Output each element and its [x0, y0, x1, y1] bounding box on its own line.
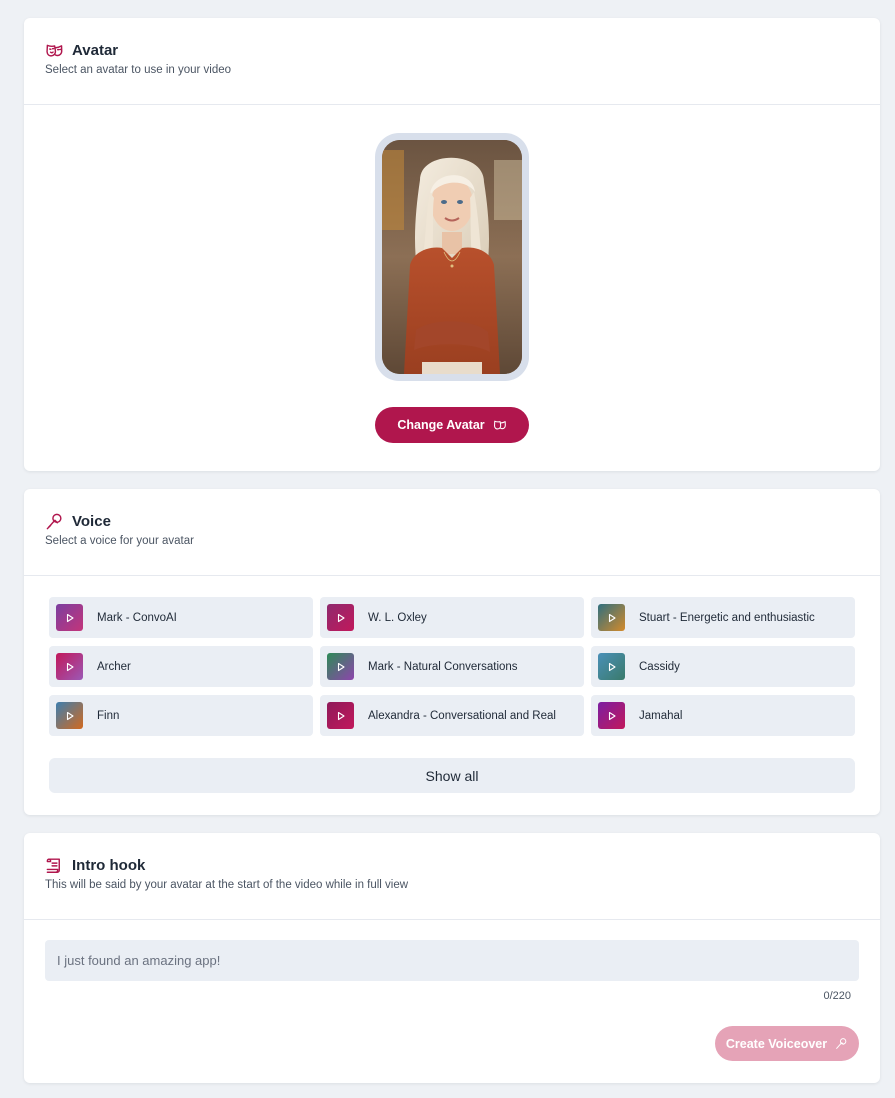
play-icon: [608, 662, 616, 671]
voice-name: Mark - ConvoAI: [97, 611, 177, 624]
show-all-button[interactable]: Show all: [49, 758, 855, 793]
microphone-icon: [45, 512, 64, 531]
voice-option[interactable]: Mark - ConvoAI: [49, 597, 313, 638]
intro-title: Intro hook: [72, 856, 146, 874]
play-icon: [66, 711, 74, 720]
play-icon: [66, 613, 74, 622]
voice-title: Voice: [72, 512, 111, 530]
avatar-image: [382, 140, 522, 374]
character-counter: 0/220: [823, 990, 851, 1002]
voice-option[interactable]: Jamahal: [591, 695, 855, 736]
play-icon: [66, 662, 74, 671]
voice-name: Stuart - Energetic and enthusiastic: [639, 611, 815, 624]
voice-option[interactable]: Cassidy: [591, 646, 855, 687]
voice-name: Mark - Natural Conversations: [368, 660, 518, 673]
create-voiceover-label: Create Voiceover: [725, 1036, 828, 1051]
play-icon: [608, 613, 616, 622]
voice-option[interactable]: W. L. Oxley: [320, 597, 584, 638]
create-voiceover-button[interactable]: Create Voiceover: [715, 1026, 859, 1061]
play-icon: [337, 711, 345, 720]
voice-option[interactable]: Finn: [49, 695, 313, 736]
voice-thumbnail[interactable]: [327, 653, 354, 680]
voice-thumbnail[interactable]: [56, 702, 83, 729]
voice-card: Voice Select a voice for your avatar Mar…: [24, 489, 880, 815]
voice-name: Archer: [97, 660, 131, 673]
voice-list: Mark - ConvoAI W. L. Oxley Stuart - Ener…: [49, 597, 855, 736]
voice-thumbnail[interactable]: [56, 604, 83, 631]
voice-option[interactable]: Archer: [49, 646, 313, 687]
intro-hook-input[interactable]: I just found an amazing app!: [45, 940, 859, 981]
scroll-icon: [45, 856, 64, 875]
voice-thumbnail[interactable]: [327, 702, 354, 729]
avatar-card: Avatar Select an avatar to use in your v…: [24, 18, 880, 471]
change-avatar-button[interactable]: Change Avatar: [375, 407, 529, 443]
avatar-preview[interactable]: [375, 133, 529, 381]
masks-icon: [493, 418, 507, 432]
voice-thumbnail[interactable]: [56, 653, 83, 680]
voice-name: Cassidy: [639, 660, 680, 673]
voice-name: Finn: [97, 709, 120, 722]
voice-name: W. L. Oxley: [368, 611, 427, 624]
voice-option[interactable]: Stuart - Energetic and enthusiastic: [591, 597, 855, 638]
voice-name: Alexandra - Conversational and Real: [368, 709, 556, 722]
voice-subtitle: Select a voice for your avatar: [45, 535, 194, 547]
voice-card-header: Voice Select a voice for your avatar: [24, 489, 880, 576]
voice-thumbnail[interactable]: [598, 653, 625, 680]
change-avatar-label: Change Avatar: [397, 418, 485, 432]
intro-hook-card: Intro hook This will be said by your ava…: [24, 833, 880, 1083]
play-icon: [337, 662, 345, 671]
microphone-icon: [835, 1037, 848, 1050]
voice-thumbnail[interactable]: [598, 604, 625, 631]
masks-icon: [45, 41, 64, 60]
play-icon: [337, 613, 345, 622]
voice-thumbnail[interactable]: [327, 604, 354, 631]
intro-subtitle: This will be said by your avatar at the …: [45, 879, 409, 891]
voice-option[interactable]: Alexandra - Conversational and Real: [320, 695, 584, 736]
play-icon: [608, 711, 616, 720]
avatar-subtitle: Select an avatar to use in your video: [45, 64, 232, 76]
intro-card-header: Intro hook This will be said by your ava…: [24, 833, 880, 920]
voice-thumbnail[interactable]: [598, 702, 625, 729]
avatar-title: Avatar: [72, 41, 119, 59]
voice-option[interactable]: Mark - Natural Conversations: [320, 646, 584, 687]
voice-name: Jamahal: [639, 709, 683, 722]
avatar-card-header: Avatar Select an avatar to use in your v…: [24, 18, 880, 105]
